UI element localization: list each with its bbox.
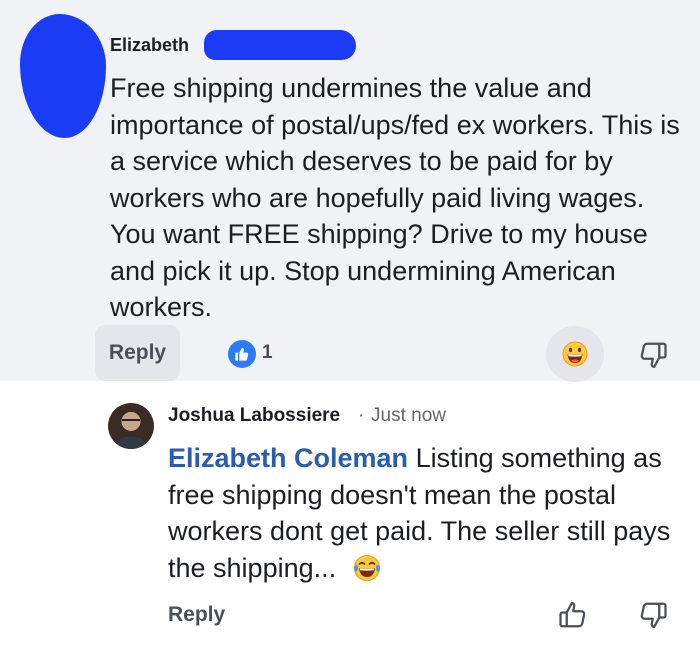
separator-dot: ·: [358, 405, 365, 426]
reply-button[interactable]: Reply: [168, 603, 225, 627]
like-reaction-icon[interactable]: [228, 340, 256, 368]
comment-author[interactable]: Elizabeth: [110, 35, 189, 56]
like-count: 1: [262, 342, 273, 363]
grinning-face-icon[interactable]: [546, 326, 604, 382]
comment-timestamp[interactable]: Just now: [371, 405, 446, 427]
avatar[interactable]: [108, 403, 154, 449]
redacted-avatar: [20, 14, 106, 138]
comment-text: Free shipping undermines the value and i…: [110, 73, 680, 322]
user-mention-link[interactable]: Elizabeth Coleman: [168, 443, 408, 473]
comment-author[interactable]: Joshua Labossiere: [168, 405, 340, 427]
thumbs-down-icon[interactable]: [638, 600, 668, 630]
comment-elizabeth: Elizabeth Free shipping undermines the v…: [0, 0, 700, 382]
reply-button[interactable]: Reply: [95, 325, 180, 381]
thumbs-up-icon[interactable]: [558, 600, 588, 630]
thumbs-down-icon[interactable]: [638, 340, 668, 370]
comment-text: Elizabeth Coleman Listing something as f…: [168, 440, 688, 586]
laughing-tears-face-icon: [353, 554, 380, 581]
redacted-surname: [204, 30, 356, 60]
